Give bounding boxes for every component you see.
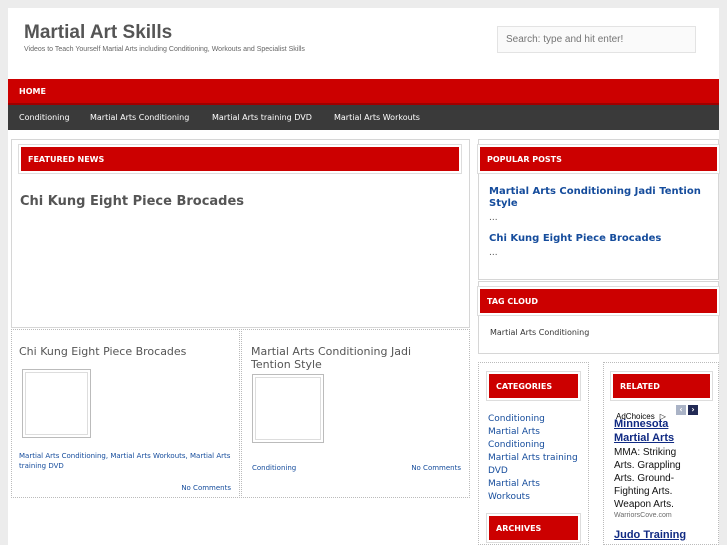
search-input[interactable] bbox=[497, 26, 696, 53]
popular-post-excerpt: ... bbox=[489, 248, 498, 258]
categories-list: Conditioning Martial Arts Conditioning M… bbox=[488, 413, 583, 504]
post-card: Chi Kung Eight Piece Brocades Martial Ar… bbox=[11, 329, 240, 498]
ad-prev-icon[interactable]: ‹ bbox=[676, 405, 686, 415]
ad-title[interactable]: Judo Training bbox=[614, 528, 714, 542]
tag-link[interactable]: Martial Arts Conditioning bbox=[490, 328, 589, 337]
category-link[interactable]: Martial Arts training DVD bbox=[488, 452, 583, 478]
post-categories[interactable]: Conditioning bbox=[252, 464, 296, 472]
post-comments-link[interactable]: No Comments bbox=[181, 484, 231, 492]
nav-item-martial-arts-training-dvd[interactable]: Martial Arts training DVD bbox=[212, 113, 312, 122]
popular-post-link[interactable]: Chi Kung Eight Piece Brocades bbox=[489, 233, 704, 245]
featured-post-title[interactable]: Chi Kung Eight Piece Brocades bbox=[20, 194, 244, 209]
nav-home[interactable]: HOME bbox=[19, 87, 46, 96]
categories-heading: CATEGORIES bbox=[486, 371, 581, 401]
ad-url[interactable]: WarriorsCove.com bbox=[614, 512, 672, 519]
featured-news-heading: FEATURED NEWS bbox=[18, 144, 462, 174]
tag-cloud-heading: TAG CLOUD bbox=[477, 286, 720, 316]
site-title[interactable]: Martial Art Skills bbox=[24, 22, 172, 44]
ad-next-icon[interactable]: › bbox=[688, 405, 698, 415]
secondary-nav: Conditioning Martial Arts Conditioning M… bbox=[8, 105, 719, 130]
post-card: Martial Arts Conditioning Jadi Tention S… bbox=[241, 329, 470, 498]
nav-item-martial-arts-conditioning[interactable]: Martial Arts Conditioning bbox=[90, 113, 189, 122]
nav-item-conditioning[interactable]: Conditioning bbox=[19, 113, 70, 122]
popular-posts-heading: POPULAR POSTS bbox=[477, 144, 720, 174]
nav-item-martial-arts-workouts[interactable]: Martial Arts Workouts bbox=[334, 113, 420, 122]
category-link[interactable]: Martial Arts Workouts bbox=[488, 478, 583, 504]
ad-body[interactable]: MMA: Striking Arts. Grappling Arts. Grou… bbox=[614, 446, 684, 511]
category-link[interactable]: Conditioning bbox=[488, 413, 583, 426]
related-heading: RELATED bbox=[610, 371, 713, 401]
page: Martial Art Skills Videos to Teach Yours… bbox=[8, 8, 720, 545]
popular-post-link[interactable]: Martial Arts Conditioning Jadi Tention S… bbox=[489, 186, 704, 210]
post-comments-link[interactable]: No Comments bbox=[411, 464, 461, 472]
post-thumbnail[interactable] bbox=[252, 374, 324, 443]
ad-title[interactable]: Minnesota Martial Arts bbox=[614, 417, 684, 445]
category-link[interactable]: Martial Arts Conditioning bbox=[488, 426, 583, 452]
post-categories[interactable]: Martial Arts Conditioning, Martial Arts … bbox=[19, 451, 234, 471]
popular-post-excerpt: ... bbox=[489, 213, 498, 223]
post-title[interactable]: Chi Kung Eight Piece Brocades bbox=[19, 345, 234, 358]
post-title[interactable]: Martial Arts Conditioning Jadi Tention S… bbox=[251, 345, 451, 371]
site-description: Videos to Teach Yourself Martial Arts in… bbox=[24, 46, 305, 53]
archives-heading: ARCHIVES bbox=[486, 513, 581, 543]
ad-header: AdChoices ▷ ‹ › bbox=[616, 404, 712, 421]
post-thumbnail[interactable] bbox=[22, 369, 91, 438]
primary-nav: HOME bbox=[8, 79, 719, 105]
